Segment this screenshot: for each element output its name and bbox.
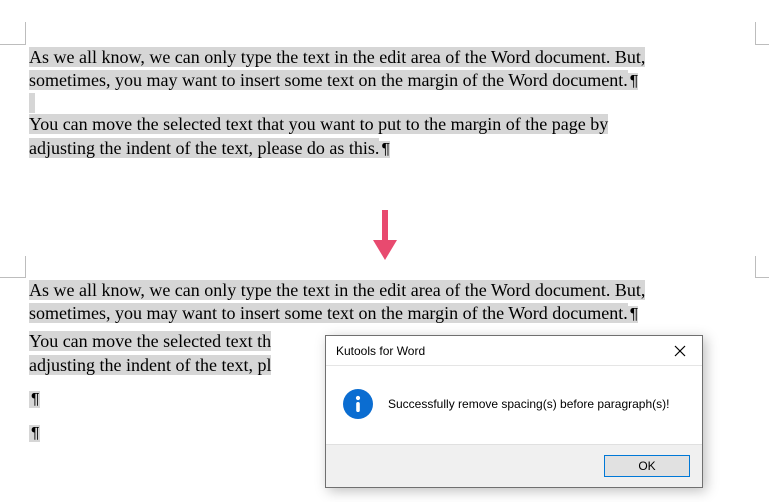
ok-button[interactable]: OK: [604, 455, 690, 477]
selected-text: You can move the selected text th: [29, 331, 271, 351]
dialog-body: Successfully remove spacing(s) before pa…: [326, 366, 702, 444]
selected-text: You can move the selected text that you …: [29, 114, 608, 134]
pilcrow-icon: ¶: [29, 425, 40, 442]
crop-mark: [0, 256, 26, 278]
paragraph: You can move the selected text that you …: [29, 113, 751, 160]
dialog-footer: OK: [326, 444, 702, 487]
dialog-message: Successfully remove spacing(s) before pa…: [388, 397, 669, 411]
pilcrow-icon: ¶: [29, 391, 40, 408]
pilcrow-icon: ¶: [628, 73, 639, 90]
selected-text: As we all know, we can only type the tex…: [29, 47, 645, 67]
info-icon: [342, 388, 374, 420]
document-before: As we all know, we can only type the tex…: [29, 46, 751, 160]
pilcrow-icon: ¶: [628, 306, 639, 323]
selected-text: adjusting the indent of the text, pl: [29, 355, 271, 375]
selected-text: adjusting the indent of the text, please…: [29, 138, 379, 158]
close-button[interactable]: [658, 336, 702, 366]
pilcrow-icon: ¶: [379, 141, 390, 158]
message-dialog: Kutools for Word Successfully remove spa…: [325, 335, 703, 488]
dialog-titlebar: Kutools for Word: [326, 336, 702, 366]
paragraph: As we all know, we can only type the tex…: [29, 46, 751, 93]
selected-text: sometimes, you may want to insert some t…: [29, 70, 628, 90]
crop-mark: [755, 22, 769, 45]
paragraph: As we all know, we can only type the tex…: [29, 279, 751, 326]
crop-mark: [755, 256, 769, 278]
close-icon: [674, 345, 686, 357]
crop-mark: [0, 22, 26, 45]
selected-text: sometimes, you may want to insert some t…: [29, 303, 628, 323]
down-arrow-icon: [0, 206, 769, 267]
dialog-title: Kutools for Word: [336, 344, 658, 358]
selected-text: As we all know, we can only type the tex…: [29, 280, 645, 300]
